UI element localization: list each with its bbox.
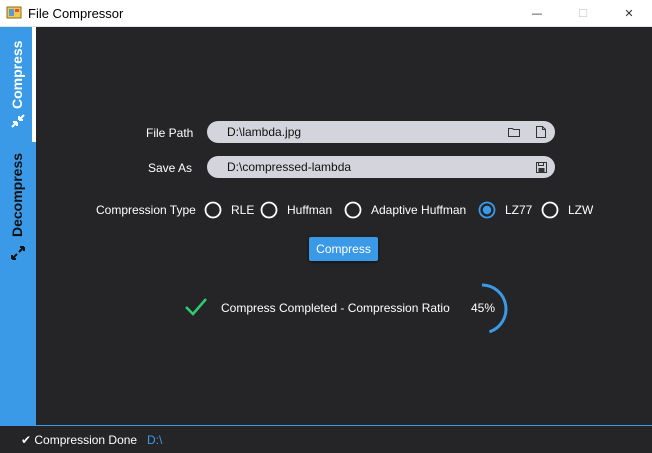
ratio-progress-ring [481, 283, 508, 334]
radio-lzw-label: LZW [568, 203, 594, 217]
save-as-input[interactable]: D:\compressed-lambda [207, 156, 555, 178]
radio-adaptive-huffman[interactable] [344, 201, 362, 219]
file-icon[interactable] [534, 125, 548, 139]
status-text: ✔ Compression Done [21, 433, 138, 447]
close-button[interactable]: ✕ [606, 0, 652, 26]
radio-rle[interactable] [204, 201, 222, 219]
radio-adaptive-huffman-label: Adaptive Huffman [371, 203, 467, 217]
file-path-value: D:\lambda.jpg [227, 125, 302, 139]
compress-button[interactable]: Compress [309, 237, 378, 261]
app-icon [6, 6, 22, 19]
minimize-button[interactable]: — [514, 0, 560, 26]
file-path-label: File Path [146, 126, 194, 140]
sidebar: Compress Decompress [0, 27, 36, 425]
tab-decompress[interactable]: Decompress [0, 145, 36, 270]
radio-huffman-label: Huffman [287, 203, 333, 217]
expand-arrows-icon [11, 246, 25, 260]
checkmark-icon [185, 298, 207, 316]
radio-lzw[interactable] [541, 201, 559, 219]
save-as-label: Save As [148, 161, 193, 175]
maximize-button[interactable]: ☐ [560, 0, 606, 26]
result-message: Compress Completed - Compression Ratio [221, 301, 450, 315]
tab-compress[interactable]: Compress [0, 27, 36, 142]
status-bar: ✔ Compression Done D:\ [0, 425, 652, 453]
folder-icon[interactable] [507, 125, 521, 139]
radio-rle-label: RLE [231, 203, 255, 217]
save-as-value: D:\compressed-lambda [227, 160, 352, 174]
window-title: File Compressor [28, 6, 124, 21]
compression-type-label: Compression Type [96, 203, 196, 217]
active-tab-indicator [32, 27, 36, 142]
tab-decompress-label: Decompress [9, 152, 25, 237]
compress-arrows-icon [11, 114, 25, 128]
radio-lz77-label: LZ77 [505, 203, 533, 217]
save-icon[interactable] [534, 160, 548, 174]
file-path-input[interactable]: D:\lambda.jpg [207, 121, 555, 143]
title-bar: File Compressor — ☐ ✕ [0, 0, 652, 27]
radio-lz77[interactable] [478, 201, 496, 219]
tab-compress-label: Compress [9, 40, 25, 109]
status-path: D:\ [147, 433, 163, 447]
radio-huffman[interactable] [260, 201, 278, 219]
